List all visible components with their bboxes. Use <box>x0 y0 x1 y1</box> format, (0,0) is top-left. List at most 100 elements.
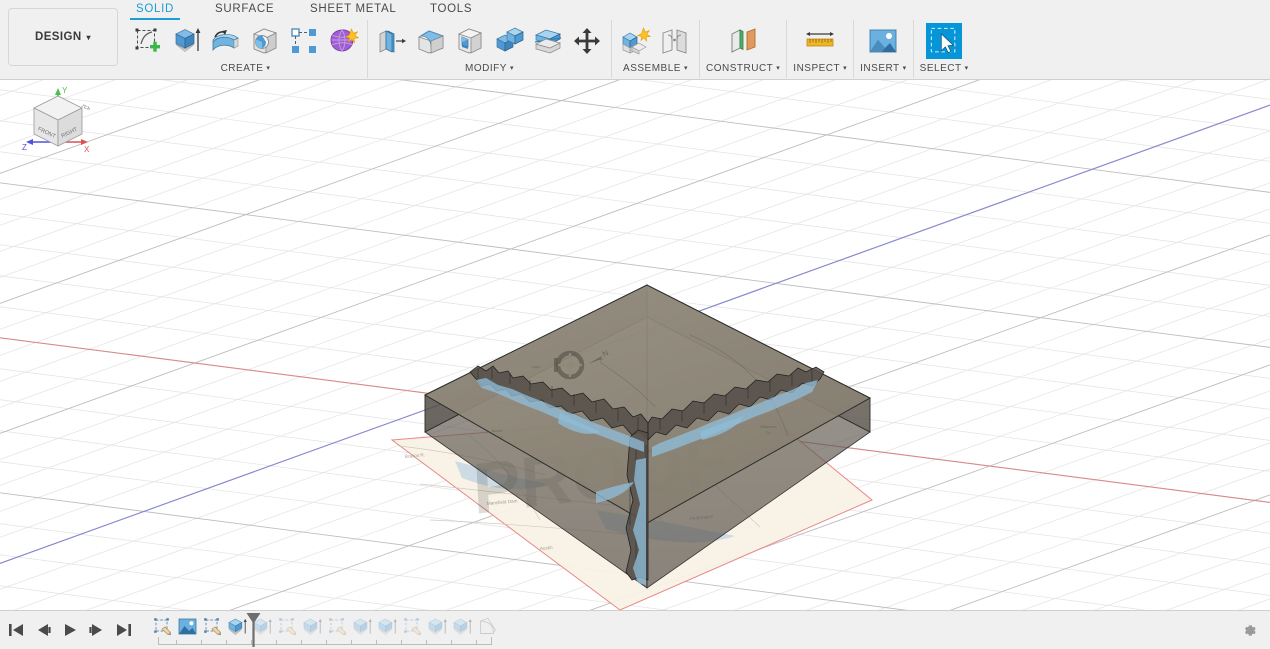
chevron-down-icon: ▾ <box>683 65 688 72</box>
tab-label: TOOLS <box>430 3 473 15</box>
timeline-extrude[interactable] <box>450 613 475 639</box>
tab-tools[interactable]: TOOLS <box>420 0 482 20</box>
panel-label-text: ASSEMBLE <box>623 63 681 74</box>
timeline-sketch[interactable] <box>200 613 225 639</box>
step-back-icon[interactable] <box>31 618 55 642</box>
hole-icon[interactable] <box>247 23 283 59</box>
panel-label-create[interactable]: CREATE ▾ <box>221 62 271 76</box>
settings-button[interactable] <box>1238 619 1260 641</box>
measure-icon[interactable] <box>802 23 838 59</box>
panel-label-assemble[interactable]: ASSEMBLE ▾ <box>623 62 688 76</box>
panel-label-inspect[interactable]: INSPECT ▾ <box>793 62 847 76</box>
timeline-tick <box>450 640 452 645</box>
panel-label-construct[interactable]: CONSTRUCT ▾ <box>706 62 780 76</box>
timeline-canvas[interactable] <box>175 613 200 639</box>
step-forward-icon[interactable] <box>85 618 109 642</box>
panel-label-text: CREATE <box>220 63 264 74</box>
chevron-down-icon: ▾ <box>902 65 907 72</box>
timeline[interactable] <box>150 613 500 647</box>
panel-icons <box>618 20 693 62</box>
panel-inspect: INSPECT ▾ <box>786 20 853 78</box>
timeline-sketch[interactable] <box>275 613 300 639</box>
split-body-icon[interactable] <box>530 23 566 59</box>
tab-sheet-metal[interactable]: SHEET METAL <box>300 0 407 20</box>
axis-label-x: X <box>84 145 90 154</box>
ribbon-panels: CREATE ▾ MODIFY ▾ ASSEMBLE ▾ CONSTRUCT ▾… <box>124 20 975 78</box>
timeline-tick <box>275 640 277 645</box>
svg-text:Co.: Co. <box>766 431 771 435</box>
new-component-icon[interactable] <box>618 23 654 59</box>
timeline-sketch[interactable] <box>400 613 425 639</box>
panel-label-modify[interactable]: MODIFY ▾ <box>465 62 514 76</box>
tab-label: SHEET METAL <box>310 3 397 15</box>
timeline-sketch[interactable] <box>325 613 350 639</box>
timeline-tick <box>200 640 202 645</box>
select-cursor-icon[interactable] <box>926 23 963 59</box>
panel-label-text: CONSTRUCT <box>706 63 774 74</box>
axis-label-z: Z <box>22 143 27 152</box>
timeline-extrude[interactable] <box>250 613 275 639</box>
tab-surface[interactable]: SURFACE <box>205 0 284 20</box>
svg-text:Co.: Co. <box>498 435 503 439</box>
timeline-playback-controls <box>0 618 136 642</box>
panel-label-select[interactable]: SELECT ▾ <box>920 62 969 76</box>
svg-text:Burnet: Burnet <box>492 429 502 433</box>
press-pull-icon[interactable] <box>374 23 410 59</box>
skip-to-end-icon[interactable] <box>112 618 136 642</box>
joint-icon[interactable] <box>657 23 693 59</box>
shell-icon[interactable] <box>452 23 488 59</box>
panel-create: CREATE ▾ <box>124 20 367 78</box>
timeline-tick <box>375 640 377 645</box>
timeline-tick <box>475 640 477 645</box>
chevron-down-icon: ▾ <box>843 65 848 72</box>
combine-icon[interactable] <box>491 23 527 59</box>
play-icon[interactable] <box>58 618 82 642</box>
timeline-tick <box>400 640 402 645</box>
timeline-tick <box>425 640 427 645</box>
viewport-scene: Brazos R. Mansfield Dam Austin Pedernale… <box>0 80 1270 610</box>
panel-icons <box>926 20 963 62</box>
tab-solid[interactable]: SOLID <box>126 0 184 20</box>
extrude-icon[interactable] <box>169 23 205 59</box>
terrain-map-body: Burnet Co. Travis Co. Williamson Co. Lla… <box>423 284 872 589</box>
panel-icons <box>725 20 761 62</box>
fusion360-window: DESIGN ▾ SOLID SURFACE SHEET METAL TOOLS <box>0 0 1270 649</box>
svg-text:Williamson: Williamson <box>760 425 777 429</box>
chevron-down-icon: ▾ <box>776 65 781 72</box>
gear-icon <box>1244 624 1256 636</box>
tab-label: SURFACE <box>215 3 275 15</box>
workspace-switcher-design[interactable]: DESIGN ▾ <box>8 8 118 66</box>
3d-viewport[interactable]: Brazos R. Mansfield Dam Austin Pedernale… <box>0 80 1270 610</box>
panel-label-insert[interactable]: INSERT ▾ <box>860 62 907 76</box>
skip-to-start-icon[interactable] <box>4 618 28 642</box>
chevron-down-icon: ▾ <box>964 65 969 72</box>
chevron-down-icon: ▾ <box>86 32 91 42</box>
timeline-extrude[interactable] <box>375 613 400 639</box>
panel-label-text: MODIFY <box>465 63 507 74</box>
timeline-tick <box>350 640 352 645</box>
timeline-extrude[interactable] <box>425 613 450 639</box>
panel-icons <box>802 20 838 62</box>
panel-icons <box>374 20 605 62</box>
create-sketch-icon[interactable] <box>130 23 166 59</box>
move-copy-icon[interactable] <box>569 23 605 59</box>
timeline-fillet[interactable] <box>475 613 500 639</box>
panel-label-text: SELECT <box>919 63 962 74</box>
timeline-tick <box>325 640 327 645</box>
insert-canvas-icon[interactable] <box>865 23 901 59</box>
bottom-timeline-bar <box>0 610 1270 649</box>
create-form-icon[interactable] <box>325 23 361 59</box>
offset-plane-icon[interactable] <box>725 23 761 59</box>
timeline-extrude[interactable] <box>350 613 375 639</box>
top-ribbon: DESIGN ▾ SOLID SURFACE SHEET METAL TOOLS <box>0 0 1270 80</box>
rectangular-pattern-icon[interactable] <box>286 23 322 59</box>
chevron-down-icon: ▾ <box>509 65 514 72</box>
timeline-extrude[interactable] <box>225 613 250 639</box>
view-cube[interactable]: Y X Z TOP FRONT RIGHT <box>0 80 90 170</box>
fillet-icon[interactable] <box>413 23 449 59</box>
chevron-down-icon: ▾ <box>266 65 271 72</box>
timeline-extrude[interactable] <box>300 613 325 639</box>
timeline-sketch[interactable] <box>150 613 175 639</box>
revolve-icon[interactable] <box>208 23 244 59</box>
panel-icons <box>130 20 361 62</box>
